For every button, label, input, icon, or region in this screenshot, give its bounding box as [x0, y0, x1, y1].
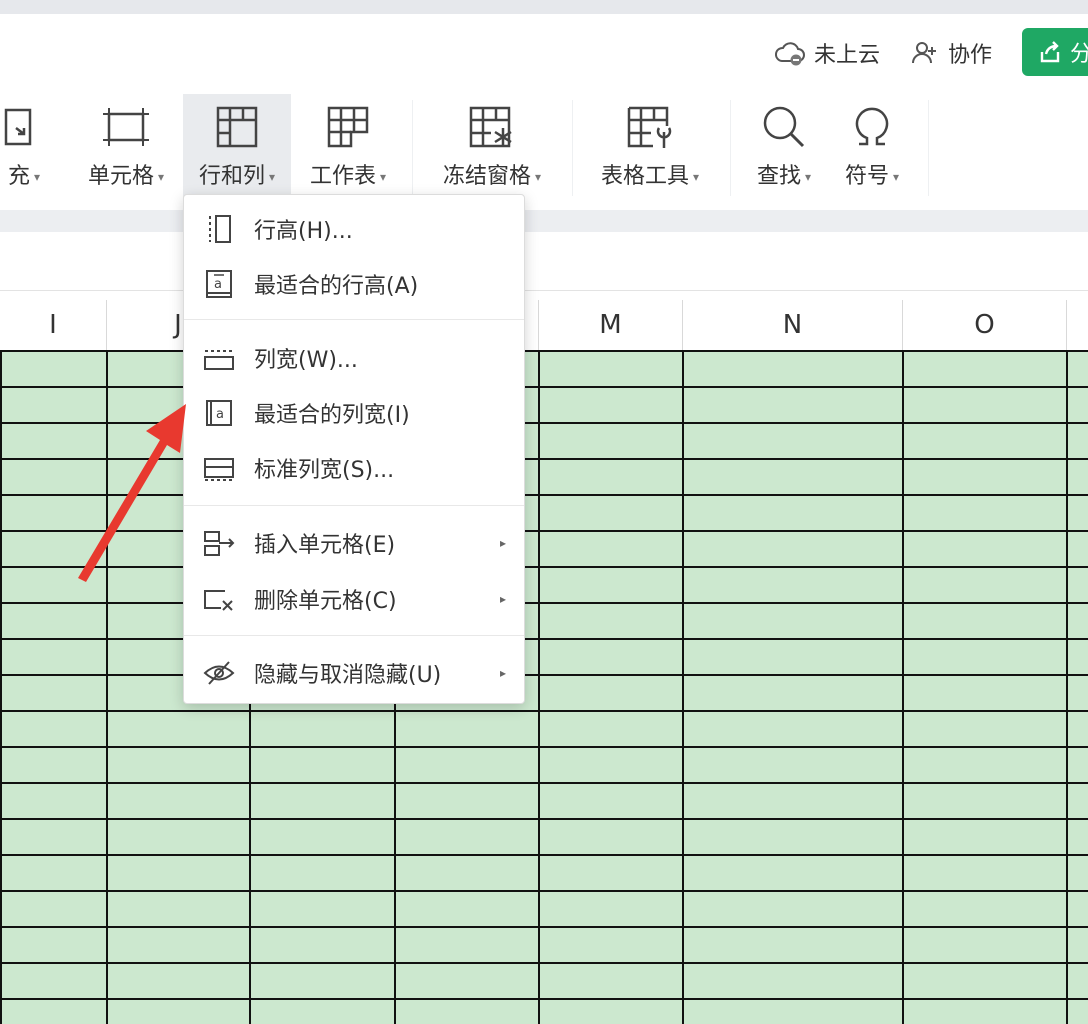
menu-item-label: 最适合的行高(A)	[254, 274, 419, 299]
row-col-dropdown-menu: 行高(H)... a 最适合的行高(A) 列宽(W)... a 最适合的列宽(I…	[183, 194, 525, 704]
ribbon-label: 符号	[844, 164, 889, 189]
menu-item-label: 标准列宽(S)...	[254, 458, 395, 483]
freeze-pane-icon	[465, 102, 519, 152]
menu-divider	[184, 505, 524, 506]
submenu-arrow-icon: ▸	[499, 536, 506, 550]
ribbon-divider	[412, 100, 413, 196]
autofit-column-icon: a	[202, 396, 236, 430]
menu-item-row-height[interactable]: 行高(H)...	[184, 203, 524, 255]
menu-item-label: 行高(H)...	[254, 219, 353, 244]
ribbon-toolbar: 充 ▾ 单元格 ▾ 行和列 ▾ 工作表 ▾ 冻结窗格 ▾ 表格工具 ▾ 查找 ▾…	[0, 90, 1088, 210]
ribbon-label: 查找	[756, 164, 801, 189]
delete-cell-icon	[202, 582, 236, 616]
column-border	[1066, 350, 1068, 1024]
menu-item-column-width[interactable]: 列宽(W)...	[184, 332, 524, 384]
autofit-row-icon: a	[202, 267, 236, 301]
cell-icon	[101, 102, 151, 152]
title-bar: 未上云 协作 分	[0, 0, 1088, 90]
ribbon-cell-button[interactable]: 单元格 ▾	[76, 94, 176, 198]
share-label: 分	[1070, 42, 1088, 67]
formula-bar[interactable]	[0, 232, 1088, 291]
cell-grid[interactable]	[0, 350, 1088, 1024]
ribbon-divider	[928, 100, 929, 196]
ribbon-fill-button[interactable]: 充 ▾	[0, 94, 50, 198]
column-header-m[interactable]: M	[539, 300, 683, 350]
hide-icon	[202, 656, 236, 690]
svg-text:a: a	[214, 277, 222, 292]
ribbon-label: 充	[7, 164, 30, 189]
ribbon-bottom-band	[0, 210, 1088, 232]
column-header-i[interactable]: I	[0, 300, 107, 350]
insert-cell-icon	[202, 526, 236, 560]
menu-item-autofit-row[interactable]: a 最适合的行高(A)	[184, 258, 524, 310]
submenu-arrow-icon: ▸	[499, 666, 506, 680]
menu-item-label: 列宽(W)...	[254, 348, 358, 373]
ribbon-label: 工作表	[309, 164, 376, 189]
cloud-icon	[775, 42, 805, 66]
fill-icon	[0, 102, 40, 152]
column-border	[682, 350, 684, 1024]
menu-item-label: 隐藏与取消隐藏(U)	[254, 663, 442, 688]
column-width-icon	[202, 341, 236, 375]
row-col-icon	[212, 102, 262, 152]
collaborate-button[interactable]: 协作	[910, 36, 992, 70]
ribbon-table-tools-button[interactable]: 表格工具 ▾	[590, 94, 710, 198]
menu-divider	[184, 635, 524, 636]
column-header-row: I J K L M N O	[0, 300, 1088, 351]
collaborate-icon	[912, 42, 936, 64]
search-icon	[759, 102, 809, 152]
collaborate-label: 协作	[948, 43, 993, 68]
ribbon-divider	[572, 100, 573, 196]
menu-item-standard-width[interactable]: 标准列宽(S)...	[184, 442, 524, 494]
ribbon-divider	[730, 100, 731, 196]
ribbon-label: 行和列	[198, 164, 265, 189]
window-top-strip	[0, 0, 1088, 14]
svg-text:a: a	[216, 407, 224, 422]
menu-item-label: 最适合的列宽(I)	[254, 403, 410, 428]
row-height-icon	[202, 212, 236, 246]
table-tools-icon	[623, 102, 677, 152]
column-border	[902, 350, 904, 1024]
share-button[interactable]: 分	[1022, 28, 1088, 76]
column-border	[106, 350, 108, 1024]
spreadsheet-app: 未上云 协作 分 充 ▾ 单元格 ▾ 行和列 ▾ 工作表 ▾ 冻结窗格 ▾ 表格…	[0, 0, 1088, 1024]
menu-divider	[184, 319, 524, 320]
column-header-n[interactable]: N	[683, 300, 903, 350]
menu-item-insert-cell[interactable]: 插入单元格(E) ▸	[184, 517, 524, 569]
menu-item-label: 删除单元格(C)	[254, 589, 397, 614]
menu-item-label: 插入单元格(E)	[254, 533, 396, 558]
cloud-status-button[interactable]: 未上云	[774, 36, 880, 70]
column-header-o[interactable]: O	[903, 300, 1067, 350]
ribbon-search-button[interactable]: 查找 ▾	[744, 94, 824, 198]
menu-item-hide-unhide[interactable]: 隐藏与取消隐藏(U) ▸	[184, 647, 524, 699]
column-border	[538, 350, 540, 1024]
menu-item-delete-cell[interactable]: 删除单元格(C) ▸	[184, 573, 524, 625]
menu-item-autofit-column[interactable]: a 最适合的列宽(I)	[184, 387, 524, 439]
worksheet-icon	[323, 102, 373, 152]
ribbon-worksheet-button[interactable]: 工作表 ▾	[298, 94, 398, 198]
ribbon-row-col-button[interactable]: 行和列 ▾	[183, 94, 291, 198]
omega-icon	[847, 102, 897, 152]
ribbon-label: 表格工具	[600, 164, 689, 189]
share-icon	[1040, 41, 1060, 63]
ribbon-freeze-pane-button[interactable]: 冻结窗格 ▾	[432, 94, 552, 198]
ribbon-label: 单元格	[87, 164, 154, 189]
ribbon-symbol-button[interactable]: 符号 ▾	[832, 94, 912, 198]
submenu-arrow-icon: ▸	[499, 592, 506, 606]
cloud-status-label: 未上云	[814, 43, 881, 68]
ribbon-label: 冻结窗格	[442, 164, 531, 189]
standard-width-icon	[202, 451, 236, 485]
